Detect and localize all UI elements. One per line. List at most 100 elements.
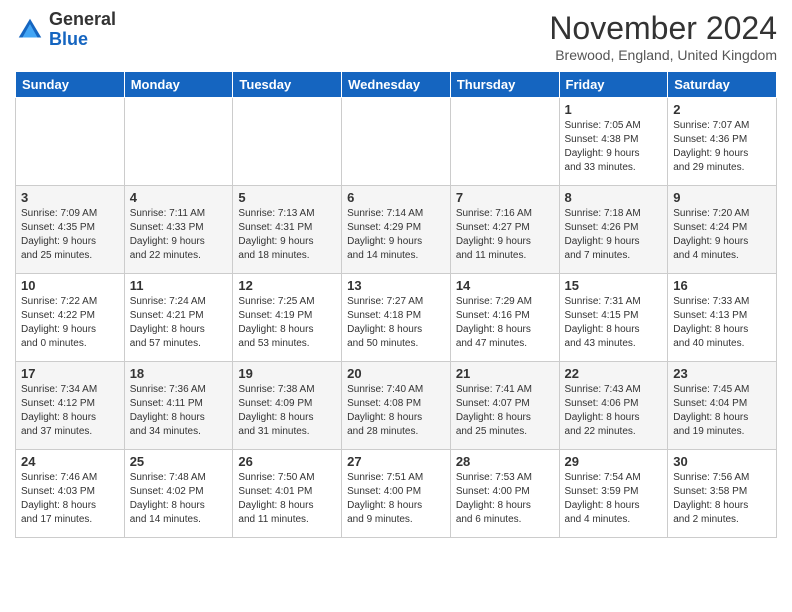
- day-num-3-1: 18: [130, 366, 228, 381]
- title-section: November 2024 Brewood, England, United K…: [549, 10, 777, 63]
- cell-2-4: 14 Sunrise: 7:29 AM Sunset: 4:16 PM Dayli…: [450, 274, 559, 362]
- day-info-2-2: Sunrise: 7:25 AM Sunset: 4:19 PM Dayligh…: [238, 295, 336, 351]
- cell-3-6: 23Sunrise: 7:45 AM Sunset: 4:04 PM Dayli…: [668, 362, 777, 450]
- day-num-3-4: 21: [456, 366, 554, 381]
- page-header: General Blue November 2024 Brewood, Engl…: [15, 10, 777, 63]
- day-num-4-1: 25: [130, 454, 228, 469]
- day-info-2-6: Sunrise: 7:33 AM Sunset: 4:13 PM Dayligh…: [673, 295, 771, 351]
- cell-2-3: 13Sunrise: 7:27 AM Sunset: 4:18 PM Dayli…: [342, 274, 451, 362]
- day-info-1-0: Sunrise: 7:09 AM Sunset: 4:35 PM Dayligh…: [21, 207, 119, 263]
- page-container: General Blue November 2024 Brewood, Engl…: [0, 0, 792, 548]
- day-num-4-3: 27: [347, 454, 445, 469]
- cell-2-2: 12 Sunrise: 7:25 AM Sunset: 4:19 PM Dayli…: [233, 274, 342, 362]
- header-monday: Monday: [124, 72, 233, 98]
- cell-1-6: 9 Sunrise: 7:20 AM Sunset: 4:24 PM Daylig…: [668, 186, 777, 274]
- cell-3-0: 17Sunrise: 7:34 AM Sunset: 4:12 PM Dayli…: [16, 362, 125, 450]
- day-info-4-3: Sunrise: 7:51 AM Sunset: 4:00 PM Dayligh…: [347, 471, 445, 527]
- day-num-1-1: 4: [130, 190, 228, 205]
- day-info-3-2: Sunrise: 7:38 AM Sunset: 4:09 PM Dayligh…: [238, 383, 336, 439]
- day-info-1-6: Sunrise: 7:20 AM Sunset: 4:24 PM Dayligh…: [673, 207, 771, 263]
- day-info-0-5: Sunrise: 7:05 AM Sunset: 4:38 PM Dayligh…: [565, 119, 663, 175]
- logo-text: General Blue: [49, 10, 116, 50]
- calendar-table: Sunday Monday Tuesday Wednesday Thursday…: [15, 71, 777, 538]
- day-num-3-2: 19: [238, 366, 336, 381]
- cell-0-4: [450, 98, 559, 186]
- location: Brewood, England, United Kingdom: [549, 47, 777, 63]
- cell-2-1: 11Sunrise: 7:24 AM Sunset: 4:21 PM Dayli…: [124, 274, 233, 362]
- day-num-1-5: 8: [565, 190, 663, 205]
- cell-3-2: 19 Sunrise: 7:38 AM Sunset: 4:09 PM Dayli…: [233, 362, 342, 450]
- day-info-2-4: Sunrise: 7:29 AM Sunset: 4:16 PM Dayligh…: [456, 295, 554, 351]
- header-wednesday: Wednesday: [342, 72, 451, 98]
- week-row-0: 1 Sunrise: 7:05 AM Sunset: 4:38 PM Daylig…: [16, 98, 777, 186]
- week-row-4: 24 Sunrise: 7:46 AM Sunset: 4:03 PM Dayli…: [16, 450, 777, 538]
- day-info-3-5: Sunrise: 7:43 AM Sunset: 4:06 PM Dayligh…: [565, 383, 663, 439]
- header-sunday: Sunday: [16, 72, 125, 98]
- day-num-1-4: 7: [456, 190, 554, 205]
- cell-2-0: 10 Sunrise: 7:22 AM Sunset: 4:22 PM Dayli…: [16, 274, 125, 362]
- day-num-4-2: 26: [238, 454, 336, 469]
- day-info-4-4: Sunrise: 7:53 AM Sunset: 4:00 PM Dayligh…: [456, 471, 554, 527]
- day-info-3-1: Sunrise: 7:36 AM Sunset: 4:11 PM Dayligh…: [130, 383, 228, 439]
- day-info-2-3: Sunrise: 7:27 AM Sunset: 4:18 PM Dayligh…: [347, 295, 445, 351]
- day-num-4-0: 24: [21, 454, 119, 469]
- cell-1-5: 8 Sunrise: 7:18 AM Sunset: 4:26 PM Daylig…: [559, 186, 668, 274]
- day-num-0-5: 1: [565, 102, 663, 117]
- cell-4-4: 28 Sunrise: 7:53 AM Sunset: 4:00 PM Dayli…: [450, 450, 559, 538]
- cell-0-2: [233, 98, 342, 186]
- day-num-3-6: 23: [673, 366, 771, 381]
- day-num-0-6: 2: [673, 102, 771, 117]
- cell-4-1: 25 Sunrise: 7:48 AM Sunset: 4:02 PM Dayli…: [124, 450, 233, 538]
- cell-0-6: 2 Sunrise: 7:07 AM Sunset: 4:36 PM Daylig…: [668, 98, 777, 186]
- month-title: November 2024: [549, 10, 777, 47]
- cell-1-0: 3 Sunrise: 7:09 AM Sunset: 4:35 PM Daylig…: [16, 186, 125, 274]
- day-num-1-0: 3: [21, 190, 119, 205]
- day-num-3-0: 17: [21, 366, 119, 381]
- cell-0-5: 1 Sunrise: 7:05 AM Sunset: 4:38 PM Daylig…: [559, 98, 668, 186]
- day-info-4-5: Sunrise: 7:54 AM Sunset: 3:59 PM Dayligh…: [565, 471, 663, 527]
- day-info-4-1: Sunrise: 7:48 AM Sunset: 4:02 PM Dayligh…: [130, 471, 228, 527]
- cell-0-0: [16, 98, 125, 186]
- day-info-1-2: Sunrise: 7:13 AM Sunset: 4:31 PM Dayligh…: [238, 207, 336, 263]
- week-row-1: 3 Sunrise: 7:09 AM Sunset: 4:35 PM Daylig…: [16, 186, 777, 274]
- day-num-3-3: 20: [347, 366, 445, 381]
- day-info-4-2: Sunrise: 7:50 AM Sunset: 4:01 PM Dayligh…: [238, 471, 336, 527]
- cell-1-1: 4 Sunrise: 7:11 AM Sunset: 4:33 PM Daylig…: [124, 186, 233, 274]
- cell-1-2: 5Sunrise: 7:13 AM Sunset: 4:31 PM Daylig…: [233, 186, 342, 274]
- day-num-2-0: 10: [21, 278, 119, 293]
- day-num-2-2: 12: [238, 278, 336, 293]
- cell-1-3: 6Sunrise: 7:14 AM Sunset: 4:29 PM Daylig…: [342, 186, 451, 274]
- cell-4-6: 30Sunrise: 7:56 AM Sunset: 3:58 PM Dayli…: [668, 450, 777, 538]
- day-num-2-4: 14: [456, 278, 554, 293]
- logo-line2: Blue: [49, 30, 116, 50]
- day-num-4-4: 28: [456, 454, 554, 469]
- cell-4-5: 29 Sunrise: 7:54 AM Sunset: 3:59 PM Dayli…: [559, 450, 668, 538]
- cell-3-1: 18 Sunrise: 7:36 AM Sunset: 4:11 PM Dayli…: [124, 362, 233, 450]
- day-info-4-6: Sunrise: 7:56 AM Sunset: 3:58 PM Dayligh…: [673, 471, 771, 527]
- cell-2-6: 16Sunrise: 7:33 AM Sunset: 4:13 PM Dayli…: [668, 274, 777, 362]
- day-num-4-5: 29: [565, 454, 663, 469]
- day-num-3-5: 22: [565, 366, 663, 381]
- cell-0-3: [342, 98, 451, 186]
- day-info-2-1: Sunrise: 7:24 AM Sunset: 4:21 PM Dayligh…: [130, 295, 228, 351]
- day-info-3-3: Sunrise: 7:40 AM Sunset: 4:08 PM Dayligh…: [347, 383, 445, 439]
- day-info-1-5: Sunrise: 7:18 AM Sunset: 4:26 PM Dayligh…: [565, 207, 663, 263]
- cell-2-5: 15 Sunrise: 7:31 AM Sunset: 4:15 PM Dayli…: [559, 274, 668, 362]
- day-info-1-3: Sunrise: 7:14 AM Sunset: 4:29 PM Dayligh…: [347, 207, 445, 263]
- logo-line1: General: [49, 10, 116, 30]
- calendar-header: Sunday Monday Tuesday Wednesday Thursday…: [16, 72, 777, 98]
- day-info-0-6: Sunrise: 7:07 AM Sunset: 4:36 PM Dayligh…: [673, 119, 771, 175]
- day-info-2-5: Sunrise: 7:31 AM Sunset: 4:15 PM Dayligh…: [565, 295, 663, 351]
- header-thursday: Thursday: [450, 72, 559, 98]
- day-num-2-5: 15: [565, 278, 663, 293]
- day-info-1-4: Sunrise: 7:16 AM Sunset: 4:27 PM Dayligh…: [456, 207, 554, 263]
- day-info-4-0: Sunrise: 7:46 AM Sunset: 4:03 PM Dayligh…: [21, 471, 119, 527]
- logo: General Blue: [15, 10, 116, 50]
- day-num-1-6: 9: [673, 190, 771, 205]
- day-info-1-1: Sunrise: 7:11 AM Sunset: 4:33 PM Dayligh…: [130, 207, 228, 263]
- day-info-2-0: Sunrise: 7:22 AM Sunset: 4:22 PM Dayligh…: [21, 295, 119, 351]
- week-row-2: 10 Sunrise: 7:22 AM Sunset: 4:22 PM Dayli…: [16, 274, 777, 362]
- cell-1-4: 7 Sunrise: 7:16 AM Sunset: 4:27 PM Daylig…: [450, 186, 559, 274]
- cell-4-0: 24 Sunrise: 7:46 AM Sunset: 4:03 PM Dayli…: [16, 450, 125, 538]
- cell-3-3: 20 Sunrise: 7:40 AM Sunset: 4:08 PM Dayli…: [342, 362, 451, 450]
